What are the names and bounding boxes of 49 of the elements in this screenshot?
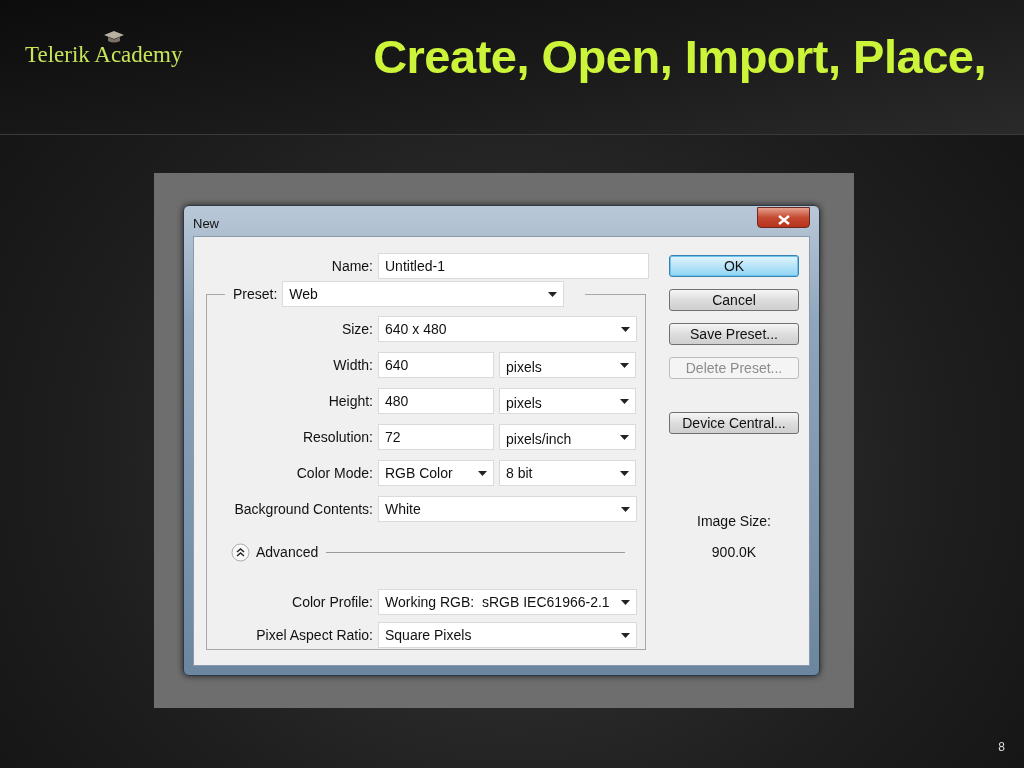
field-label: Size: [340,319,373,339]
close-button[interactable] [757,207,810,228]
collapse-chevron-icon[interactable] [231,543,250,562]
dropdown[interactable]: Working RGB: sRGB IEC61966-2.1 [378,589,637,615]
dialog-button[interactable]: Save Preset... [669,323,799,345]
dropdown-arrow-icon [621,632,630,638]
input-field[interactable]: 72 [378,424,494,450]
dropdown-arrow-icon [621,326,630,332]
field-label: Color Mode: [295,463,373,483]
field-label: Preset: [233,284,278,304]
image-size-label: Image Size: [697,512,771,531]
dropdown[interactable]: 640 x 480 [378,316,637,342]
page-number: 8 [998,739,1005,756]
dropdown[interactable]: Square Pixels [378,622,637,648]
field-label: Background Contents: [233,499,373,519]
field-label: Color Profile: [291,592,373,612]
field-label: Width: [332,355,373,375]
field-label: Height: [327,391,373,411]
slide-title: Create, Open, Import, Place, [373,29,986,85]
unit-dropdown[interactable]: pixels [499,352,636,378]
image-size-value: 900.0K [711,543,757,562]
logo-text: Telerik Academy [25,42,183,67]
dropdown[interactable]: White [378,496,637,522]
input-field[interactable]: 640 [378,352,494,378]
dropdown-arrow-icon [620,398,629,404]
dropdown[interactable]: RGB Color [378,460,494,486]
graduation-cap-icon [103,30,125,44]
field-label: Pixel Aspect Ratio: [255,625,373,645]
unit-dropdown[interactable]: pixels [499,388,636,414]
dialog-button[interactable]: Device Central... [669,412,799,434]
dropdown-arrow-icon [548,291,558,297]
input-field[interactable]: 480 [378,388,494,414]
dropdown-arrow-icon [620,362,629,368]
dropdown-arrow-icon [620,434,629,440]
dropdown[interactable]: 8 bit [499,460,636,486]
dialog-button[interactable]: Cancel [669,289,799,311]
dialog-title: New [193,215,219,233]
unit-dropdown[interactable]: pixels/inch [499,424,636,450]
section-label: Advanced [256,543,319,562]
dialog-button[interactable]: OK [669,255,799,277]
name-field[interactable]: Untitled-1 [378,253,649,279]
field-label: Name: [330,256,373,276]
dropdown-arrow-icon [621,506,630,512]
dropdown-arrow-icon [620,470,629,476]
close-icon [777,214,790,225]
preset-dropdown[interactable]: Web [282,281,565,307]
field-label: Resolution: [301,427,373,447]
dropdown-arrow-icon [621,599,630,605]
dropdown-arrow-icon [478,470,487,476]
